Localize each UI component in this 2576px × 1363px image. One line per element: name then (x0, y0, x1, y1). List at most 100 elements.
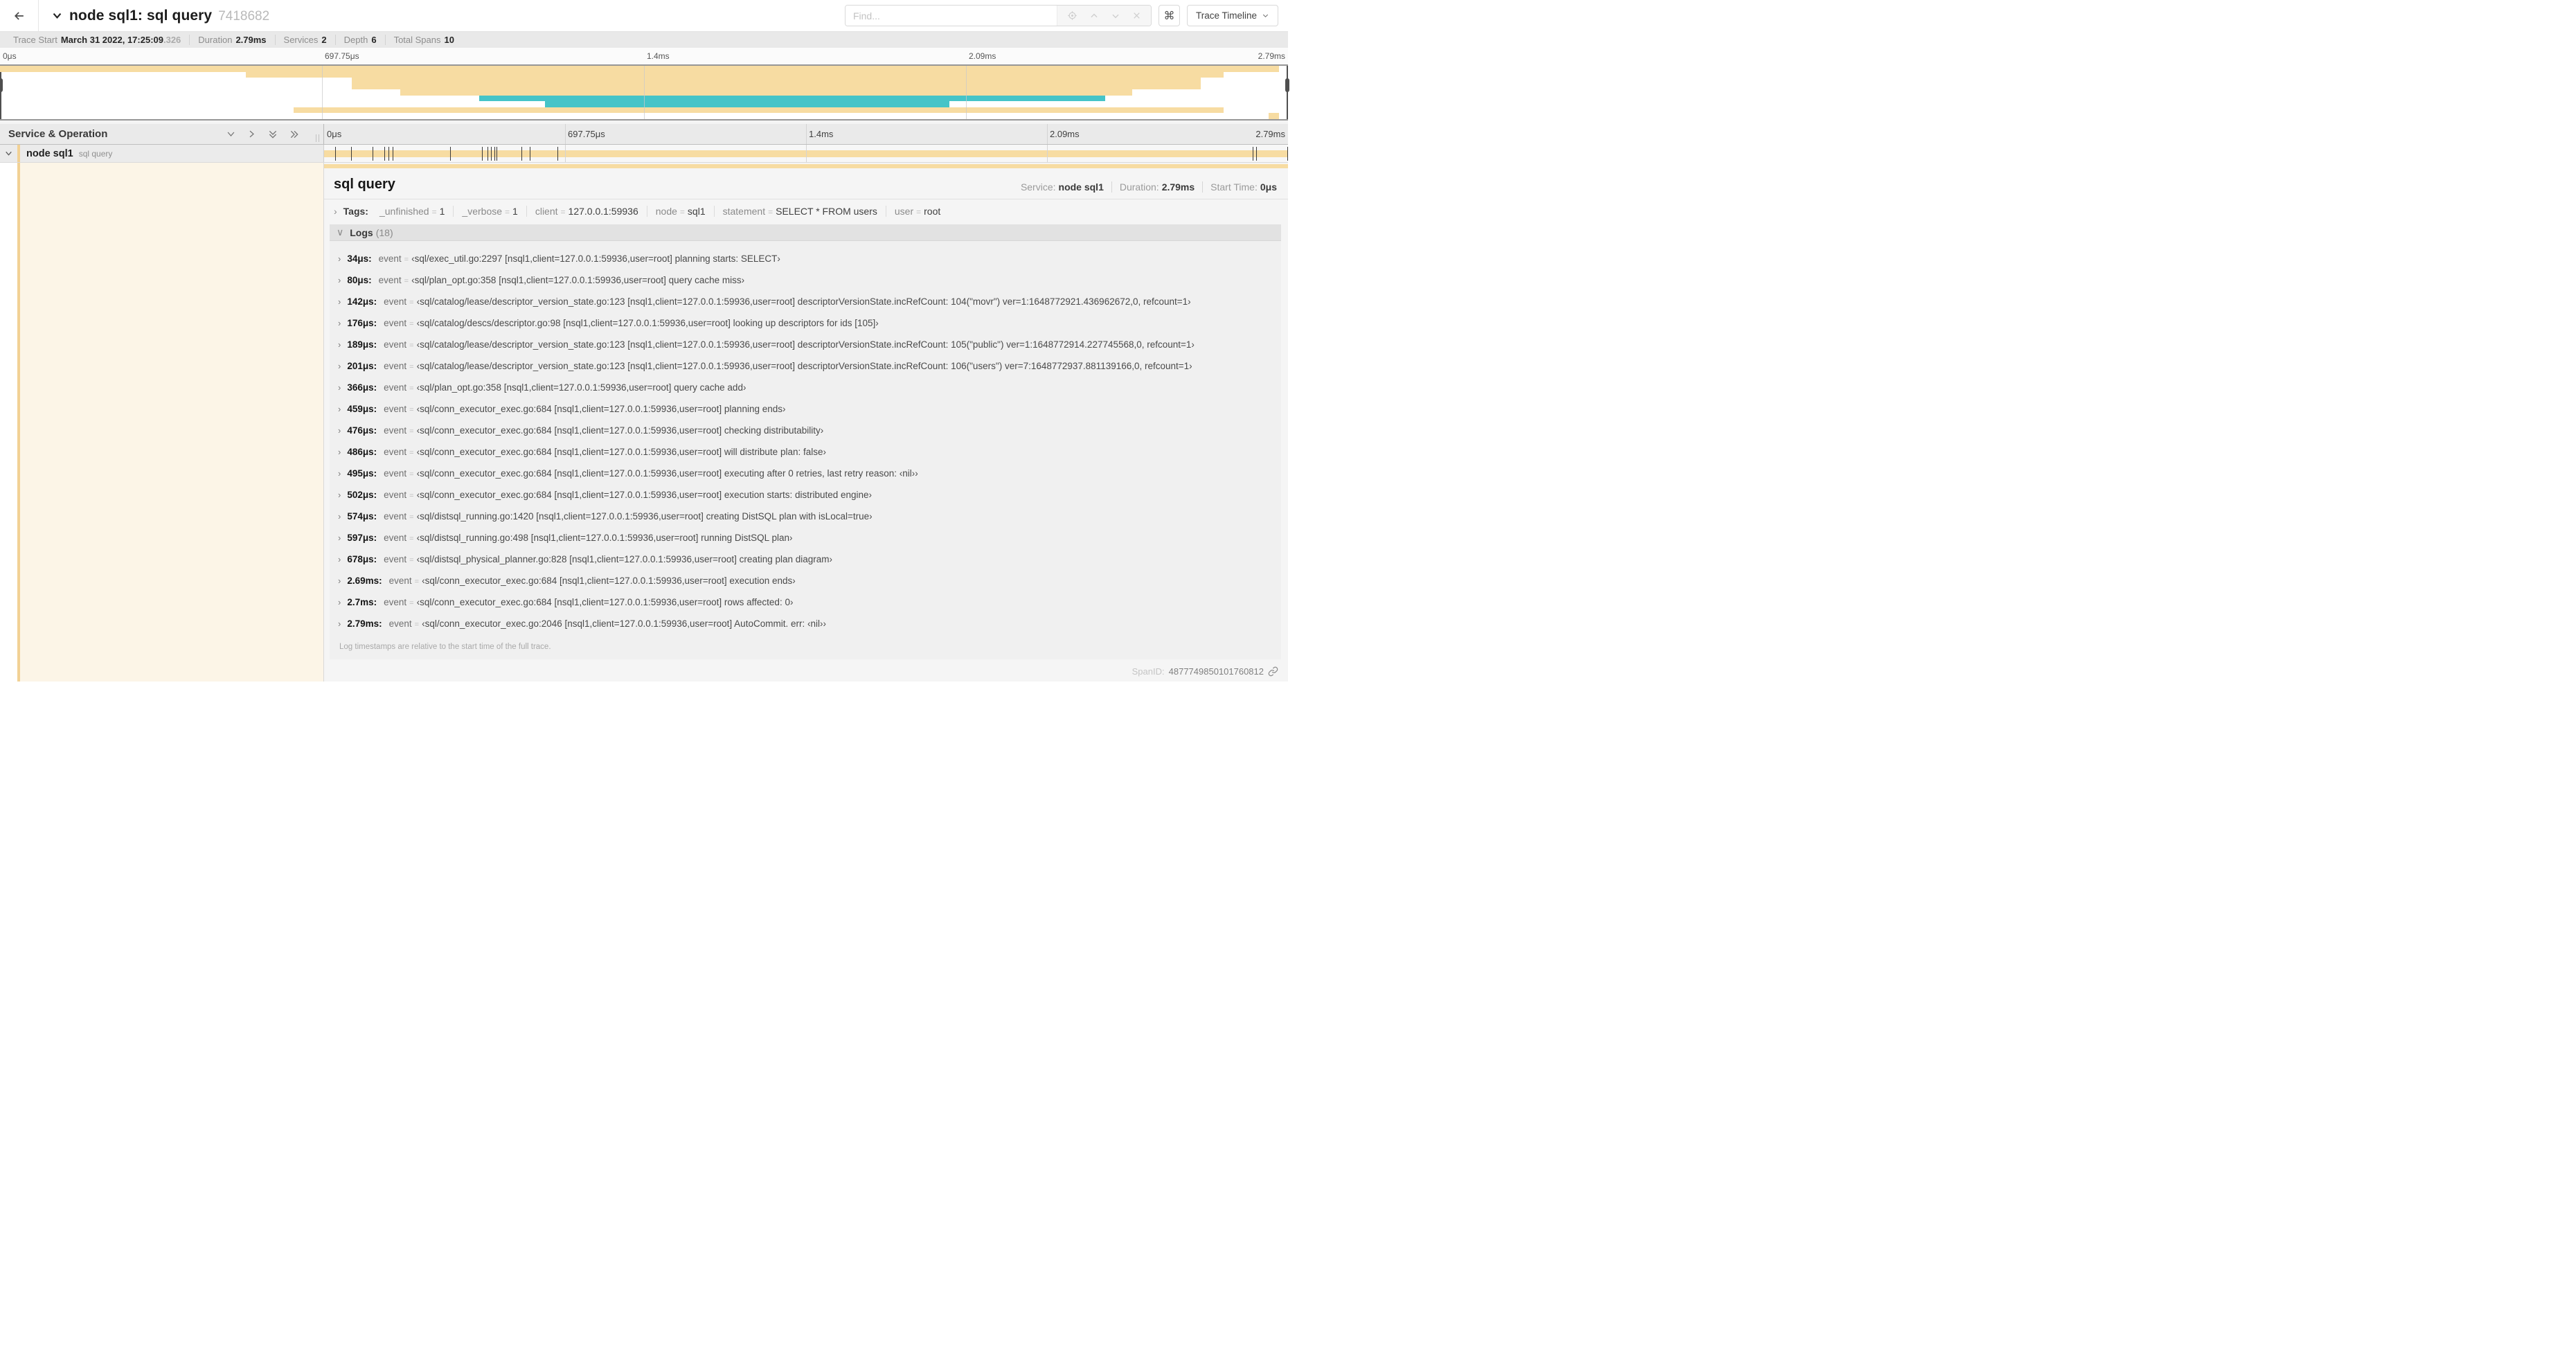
chevron-down-icon (1262, 14, 1269, 18)
collapse-all-icon[interactable] (267, 129, 278, 140)
meta-value: 2.79ms (1161, 181, 1195, 193)
log-field-value: ‹sql/catalog/lease/descriptor_version_st… (416, 296, 1191, 307)
log-row-14[interactable]: › 678μs: event = ‹sql/distsql_physical_plann… (338, 549, 1277, 570)
log-expander-icon[interactable]: › (338, 468, 341, 479)
timeline-minimap[interactable] (0, 64, 1289, 121)
meta-item-1: Duration: 2.79ms (1112, 181, 1204, 193)
logs-header[interactable]: ∨ Logs (18) (330, 224, 1281, 241)
logs-list: › 34μs: event = ‹sql/exec_util.go:2297 [nsql… (330, 241, 1281, 659)
left-scrubber-handle-icon[interactable] (0, 78, 3, 92)
find-input[interactable] (845, 6, 1057, 26)
log-field-key: event (384, 339, 407, 350)
service-color-stripe (17, 145, 20, 162)
tags-expander-icon[interactable]: › (334, 206, 337, 217)
ruler-tick-0μs: 0μs (327, 129, 342, 139)
log-row-17[interactable]: › 2.79ms: event = ‹sql/conn_executor_exec.go… (338, 613, 1277, 634)
log-marker-tick (1256, 147, 1258, 161)
log-row-3[interactable]: › 176μs: event = ‹sql/catalog/descs/descript… (338, 312, 1277, 334)
log-expander-icon[interactable]: › (338, 597, 341, 607)
log-row-13[interactable]: › 597μs: event = ‹sql/distsql_running.go:498… (338, 527, 1277, 549)
log-field-value: ‹sql/plan_opt.go:358 [nsql1,client=127.0… (411, 275, 745, 285)
log-timestamp: 142μs: (347, 296, 377, 307)
summary-value: 2.79ms (235, 35, 267, 45)
log-expander-icon[interactable]: › (338, 404, 341, 414)
right-scrubber-handle-icon[interactable] (1285, 78, 1289, 92)
expand-all-icon[interactable] (289, 129, 300, 140)
tags-label: Tags: (343, 206, 368, 217)
logs-collapse-icon[interactable]: ∨ (337, 226, 343, 238)
tag-value: sql1 (687, 206, 706, 217)
equals-sign: = (404, 256, 409, 264)
log-row-8[interactable]: › 476μs: event = ‹sql/conn_executor_exec.go:… (338, 420, 1277, 441)
trace-summary-bar: Trace Start March 31 2022, 17:25:09.326 Du… (0, 32, 1288, 48)
log-expander-icon[interactable]: › (338, 490, 341, 500)
log-expander-icon[interactable]: › (338, 533, 341, 543)
log-row-6[interactable]: › 366μs: event = ‹sql/plan_opt.go:358 [nsql1… (338, 377, 1277, 398)
logs-label: Logs (350, 226, 373, 238)
log-expander-icon[interactable]: › (338, 361, 341, 371)
log-expander-icon[interactable]: › (338, 296, 341, 307)
log-row-12[interactable]: › 574μs: event = ‹sql/distsql_running.go:142… (338, 506, 1277, 527)
tag-value: 1 (439, 206, 445, 217)
prev-match-icon[interactable] (1089, 11, 1099, 21)
log-expander-icon[interactable]: › (338, 275, 341, 285)
log-row-5[interactable]: › 201μs: event = ‹sql/catalog/lease/descript… (338, 355, 1277, 377)
log-timestamp: 366μs: (347, 382, 377, 393)
log-row-16[interactable]: › 2.7ms: event = ‹sql/conn_executor_exec.go:… (338, 591, 1277, 613)
summary-item-0: Trace Start March 31 2022, 17:25:09.326 (5, 35, 190, 45)
log-row-7[interactable]: › 459μs: event = ‹sql/conn_executor_exec.go:… (338, 398, 1277, 420)
span-row-name-cell[interactable]: node sql1 sql query (0, 145, 324, 162)
log-row-1[interactable]: › 80μs: event = ‹sql/plan_opt.go:358 [nsql1,… (338, 269, 1277, 291)
tag-key: _unfinished (379, 206, 429, 217)
log-expander-icon[interactable]: › (338, 382, 341, 393)
log-timestamp: 80μs: (347, 275, 372, 285)
meta-item-0: Service: node sql1 (1013, 181, 1112, 193)
log-expander-icon[interactable]: › (338, 339, 341, 350)
span-row-bar-cell[interactable] (324, 145, 1288, 162)
span-detail-panel: sql query Service: node sql1 Duration: 2.79… (324, 163, 1288, 682)
trace-collapse-chevron-icon[interactable] (51, 10, 63, 21)
span-collapse-chevron-icon[interactable] (0, 149, 17, 158)
log-row-4[interactable]: › 189μs: event = ‹sql/catalog/lease/descript… (338, 334, 1277, 355)
clear-find-icon[interactable] (1132, 11, 1141, 20)
log-expander-icon[interactable]: › (338, 318, 341, 328)
ruler-gridline (565, 124, 566, 144)
deep-link-icon[interactable] (1268, 666, 1278, 677)
log-expander-icon[interactable]: › (338, 554, 341, 564)
expand-one-icon[interactable] (247, 129, 257, 139)
log-timestamp: 2.79ms: (347, 618, 382, 629)
span-row[interactable]: node sql1 sql query (0, 145, 1288, 163)
locate-icon[interactable] (1067, 10, 1077, 21)
tag-item-client: client = 127.0.0.1:59936 (527, 206, 647, 217)
log-row-0[interactable]: › 34μs: event = ‹sql/exec_util.go:2297 [nsql… (338, 248, 1277, 269)
log-field-key: event (384, 597, 407, 607)
log-expander-icon[interactable]: › (338, 511, 341, 522)
keyboard-shortcuts-button[interactable]: ⌘ (1158, 5, 1180, 26)
log-row-15[interactable]: › 2.69ms: event = ‹sql/conn_executor_exec.go… (338, 570, 1277, 591)
collapse-one-icon[interactable] (226, 129, 236, 139)
minimap-left-scrubber[interactable] (0, 66, 3, 119)
span-id-value: 4877749850101760812 (1168, 666, 1264, 677)
minimap-right-scrubber[interactable] (1285, 66, 1289, 119)
back-button[interactable] (0, 0, 39, 31)
tag-value: SELECT * FROM users (776, 206, 877, 217)
log-row-9[interactable]: › 486μs: event = ‹sql/conn_executor_exec.go:… (338, 441, 1277, 463)
log-expander-icon[interactable]: › (338, 618, 341, 629)
log-expander-icon[interactable]: › (338, 425, 341, 436)
log-timestamp: 597μs: (347, 533, 377, 543)
minimap-span-3 (351, 83, 1201, 90)
tag-value: 127.0.0.1:59936 (568, 206, 638, 217)
log-expander-icon[interactable]: › (338, 253, 341, 264)
minimap-span-2 (351, 78, 1201, 84)
log-expander-icon[interactable]: › (338, 576, 341, 586)
ruler-gridline (806, 124, 807, 144)
log-expander-icon[interactable]: › (338, 447, 341, 457)
next-match-icon[interactable] (1111, 11, 1120, 21)
tags-row[interactable]: › Tags: _unfinished = 1 _verbose = 1 client = 12… (324, 199, 1288, 222)
log-row-10[interactable]: › 495μs: event = ‹sql/conn_executor_exec.go:… (338, 463, 1277, 484)
log-row-2[interactable]: › 142μs: event = ‹sql/catalog/lease/descript… (338, 291, 1277, 312)
column-resizer-grip[interactable] (316, 134, 319, 142)
view-selector-button[interactable]: Trace Timeline (1186, 5, 1278, 26)
log-row-11[interactable]: › 502μs: event = ‹sql/conn_executor_exec.go:… (338, 484, 1277, 506)
summary-label: Total Spans (393, 35, 441, 45)
